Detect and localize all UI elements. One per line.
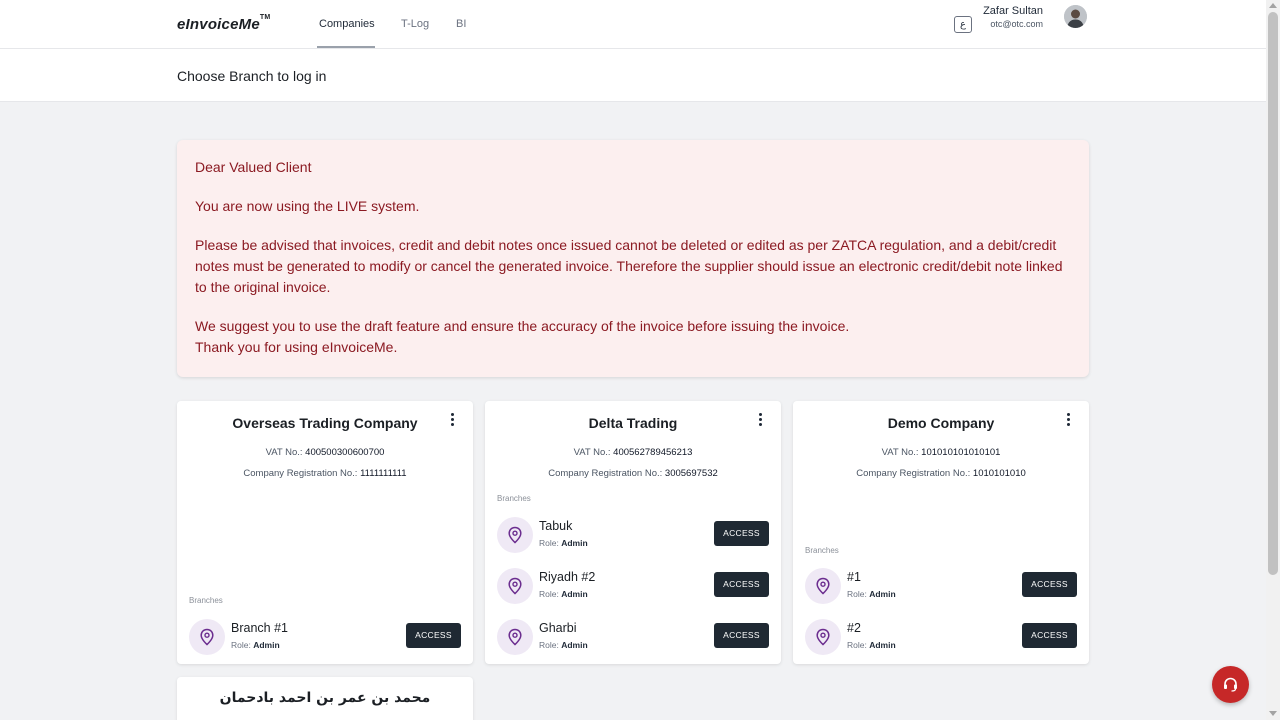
brand-logo[interactable]: eInvoiceMeTM bbox=[177, 14, 270, 33]
branch-name: Gharbi bbox=[539, 621, 577, 635]
tab-companies[interactable]: Companies bbox=[319, 18, 375, 30]
branch-role: Role: Admin bbox=[539, 640, 588, 650]
branch-row: #1 Role: Admin ACCESS bbox=[805, 568, 1077, 606]
company-vat: VAT No.: 400562789456213 bbox=[573, 447, 693, 458]
branches-label: Branches bbox=[805, 546, 839, 555]
company-name: Delta Trading bbox=[588, 415, 678, 431]
notice-greeting: Dear Valued Client bbox=[195, 159, 312, 175]
company-name: Overseas Trading Company bbox=[232, 415, 418, 431]
scroll-down-arrow-icon[interactable] bbox=[1269, 711, 1277, 716]
map-pin-icon bbox=[497, 619, 533, 655]
branch-name: #1 bbox=[847, 570, 861, 584]
page-title: Choose Branch to log in bbox=[177, 68, 327, 84]
map-pin-icon bbox=[497, 517, 533, 553]
branch-role: Role: Admin bbox=[539, 589, 588, 599]
scrollbar-thumb[interactable] bbox=[1268, 12, 1278, 575]
branch-name: Tabuk bbox=[539, 519, 573, 533]
page-header: Choose Branch to log in bbox=[0, 49, 1266, 102]
user-name: Zafar Sultan bbox=[983, 5, 1043, 17]
active-tab-indicator bbox=[317, 46, 375, 48]
language-toggle-button[interactable]: ع bbox=[954, 16, 972, 33]
company-cr: Company Registration No.: 1111111111 bbox=[243, 468, 407, 479]
branch-role: Role: Admin bbox=[539, 538, 588, 548]
tab-t-log[interactable]: T-Log bbox=[401, 18, 429, 30]
access-button[interactable]: ACCESS bbox=[1022, 623, 1077, 648]
notice-advisory-text: Please be advised that invoices, credit … bbox=[195, 237, 1063, 295]
headset-icon bbox=[1224, 677, 1237, 692]
company-card: Demo Company VAT No.: 101010101010101 Co… bbox=[793, 401, 1089, 664]
map-pin-icon bbox=[189, 619, 225, 655]
access-button[interactable]: ACCESS bbox=[1022, 572, 1077, 597]
company-vat: VAT No.: 101010101010101 bbox=[881, 447, 1001, 458]
access-button[interactable]: ACCESS bbox=[406, 623, 461, 648]
branch-row: Tabuk Role: Admin ACCESS bbox=[497, 517, 769, 555]
notice-live-text: You are now using the LIVE system. bbox=[195, 198, 420, 214]
tab-bi[interactable]: BI bbox=[456, 18, 466, 30]
branches-label: Branches bbox=[189, 596, 223, 605]
live-system-notice: Dear Valued Client You are now using the… bbox=[177, 140, 1089, 377]
branch-role: Role: Admin bbox=[231, 640, 280, 650]
branch-row: Riyadh #2 Role: Admin ACCESS bbox=[497, 568, 769, 606]
user-email: otc@otc.com bbox=[990, 19, 1043, 29]
branch-role: Role: Admin bbox=[847, 589, 896, 599]
notice-suggest-text: We suggest you to use the draft feature … bbox=[195, 318, 850, 334]
branches-label: Branches bbox=[497, 494, 531, 503]
branch-name: #2 bbox=[847, 621, 861, 635]
access-button[interactable]: ACCESS bbox=[714, 521, 769, 546]
company-card: Overseas Trading Company VAT No.: 400500… bbox=[177, 401, 473, 664]
support-chat-button[interactable] bbox=[1212, 666, 1249, 703]
notice-thanks-text: Thank you for using eInvoiceMe. bbox=[195, 339, 398, 355]
map-pin-icon bbox=[497, 568, 533, 604]
branch-row: Branch #1 Role: Admin ACCESS bbox=[189, 619, 461, 657]
branch-role: Role: Admin bbox=[847, 640, 896, 650]
page-scrollbar[interactable] bbox=[1266, 0, 1280, 720]
company-vat: VAT No.: 400500300600700 bbox=[265, 447, 385, 458]
branch-name: Riyadh #2 bbox=[539, 570, 596, 584]
map-pin-icon bbox=[805, 619, 841, 655]
map-pin-icon bbox=[805, 568, 841, 604]
scroll-up-arrow-icon[interactable] bbox=[1269, 3, 1277, 8]
access-button[interactable]: ACCESS bbox=[714, 572, 769, 597]
company-card: Delta Trading VAT No.: 400562789456213 C… bbox=[485, 401, 781, 664]
company-name: محمد بن عمر بن احمد بادحمان bbox=[219, 690, 431, 706]
branch-row: #2 Role: Admin ACCESS bbox=[805, 619, 1077, 657]
company-cr: Company Registration No.: 1010101010 bbox=[856, 468, 1026, 479]
top-nav-bar: eInvoiceMeTM Companies T-Log BI ع Zafar … bbox=[0, 0, 1266, 49]
avatar[interactable] bbox=[1064, 5, 1087, 28]
vertical-dots-icon[interactable] bbox=[1063, 413, 1073, 429]
branch-row: Gharbi Role: Admin ACCESS bbox=[497, 619, 769, 657]
company-cr: Company Registration No.: 3005697532 bbox=[548, 468, 718, 479]
access-button[interactable]: ACCESS bbox=[714, 623, 769, 648]
vertical-dots-icon[interactable] bbox=[755, 413, 765, 429]
company-card: محمد بن عمر بن احمد بادحمان bbox=[177, 677, 473, 720]
company-name: Demo Company bbox=[887, 415, 995, 431]
vertical-dots-icon[interactable] bbox=[447, 413, 457, 429]
branch-name: Branch #1 bbox=[231, 621, 288, 635]
